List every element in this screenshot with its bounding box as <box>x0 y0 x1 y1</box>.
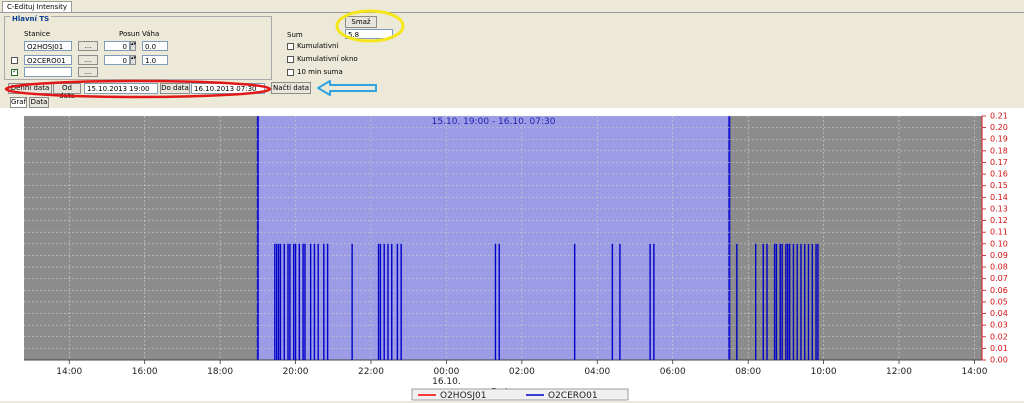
station-input[interactable]: O2HOSJ01 <box>24 41 72 51</box>
station-checkbox[interactable]: ✓ <box>11 67 18 76</box>
y-tick-label: 0.17 <box>990 158 1008 167</box>
x-tick-label: 08:00 <box>735 367 761 377</box>
y-tick-label: 0.11 <box>990 228 1008 237</box>
x-tick-label: 14:00 <box>56 367 82 377</box>
y-tick-label: 0.09 <box>990 251 1008 260</box>
y-tick-label: 0.02 <box>990 332 1008 341</box>
y-tick-label: 0.03 <box>990 321 1008 330</box>
station-checkbox[interactable] <box>11 57 18 64</box>
chart-area: 0.00 0.01 0.02 0.03 0.04 0.05 0.06 0.07 0.08 0.09… <box>0 108 1024 401</box>
y-tick-label: 0.05 <box>990 297 1008 306</box>
sum-label: Sum <box>287 31 303 39</box>
tab-data[interactable]: Data <box>29 97 49 108</box>
y-tick-label: 0.00 <box>990 356 1008 365</box>
x-tick-label: 04:00 <box>584 367 610 377</box>
weight-input[interactable]: 1.0 <box>142 55 168 65</box>
y-tick-label: 0.12 <box>990 216 1008 225</box>
shift-input[interactable]: 0 <box>104 41 130 51</box>
x-tick-label: 00:00 <box>433 367 459 377</box>
x-tick-label: 10:00 <box>811 367 837 377</box>
y-tick-label: 0.10 <box>990 239 1008 248</box>
tab-divider <box>0 12 1024 13</box>
shift-input[interactable]: 0 <box>104 55 130 65</box>
x-tick-label: 22:00 <box>358 367 384 377</box>
sum10-checkbox[interactable] <box>287 69 294 76</box>
y-tick-label: 0.15 <box>990 181 1008 190</box>
column-shift: Posun <box>119 30 140 38</box>
selection-region <box>257 116 730 360</box>
column-station: Stanice <box>24 30 51 38</box>
y-tick-label: 0.13 <box>990 204 1008 213</box>
cumulative-window-checkbox[interactable] <box>287 56 294 63</box>
y-tick-label: 0.20 <box>990 123 1008 132</box>
shift-spinner[interactable]: ▴▾ <box>130 41 136 51</box>
weight-input[interactable]: 0.0 <box>142 41 168 51</box>
group-title: Hlavní TS <box>10 15 52 23</box>
y-tick-label: 0.19 <box>990 135 1008 144</box>
x-tick-label: 02:00 <box>509 367 535 377</box>
column-weight: Váha <box>142 30 160 38</box>
chart-svg: 0.00 0.01 0.02 0.03 0.04 0.05 0.06 0.07 0.08 0.09… <box>24 112 1008 401</box>
station-input[interactable]: O2CERO01 <box>24 55 72 65</box>
station-input[interactable] <box>24 67 72 77</box>
y-tick-label: 0.16 <box>990 170 1008 179</box>
cumulative-checkbox[interactable] <box>287 43 294 50</box>
tab-graph[interactable]: Graf <box>10 97 27 108</box>
y-tick-label: 0.06 <box>990 286 1008 295</box>
x-tick-label: 14:00 <box>961 367 987 377</box>
y-tick-label: 0.01 <box>990 344 1008 353</box>
y-tick-label: 0.08 <box>990 263 1008 272</box>
legend-label: O2CERO01 <box>548 391 598 401</box>
blue-arrow <box>317 80 377 96</box>
x-tick-label: 12:00 <box>886 367 912 377</box>
y-tick-label: 0.14 <box>990 193 1008 202</box>
x-tick-label: 18:00 <box>207 367 233 377</box>
y-tick-label: 0.07 <box>990 274 1008 283</box>
sum10-label: 10 min suma <box>297 68 343 76</box>
y-tick-label: 0.21 <box>990 112 1008 121</box>
y-tick-label: 0.18 <box>990 146 1008 155</box>
yellow-highlight-ellipse <box>335 9 405 43</box>
cumulative-window-label: Kumulativní okno <box>297 55 358 63</box>
legend-label: O2HOSJ01 <box>440 391 486 401</box>
y-tick-label: 0.04 <box>990 309 1008 318</box>
selection-label: 15.10. 19:00 - 16.10. 07:30 <box>432 117 556 127</box>
x-tick-label: 16:00 <box>132 367 158 377</box>
station-browse-button[interactable]: ... <box>78 41 98 51</box>
x-tick-label: 20:00 <box>283 367 309 377</box>
shift-spinner[interactable]: ▴▾ <box>130 55 136 65</box>
station-browse-button[interactable]: ... <box>78 67 98 77</box>
cumulative-label: Kumulativní <box>297 42 339 50</box>
x-tick-label: 06:00 <box>660 367 686 377</box>
x-sublabel: 16.10. <box>432 377 461 387</box>
load-data-button[interactable]: Načti data <box>271 82 311 94</box>
station-browse-button[interactable]: ... <box>78 55 98 65</box>
